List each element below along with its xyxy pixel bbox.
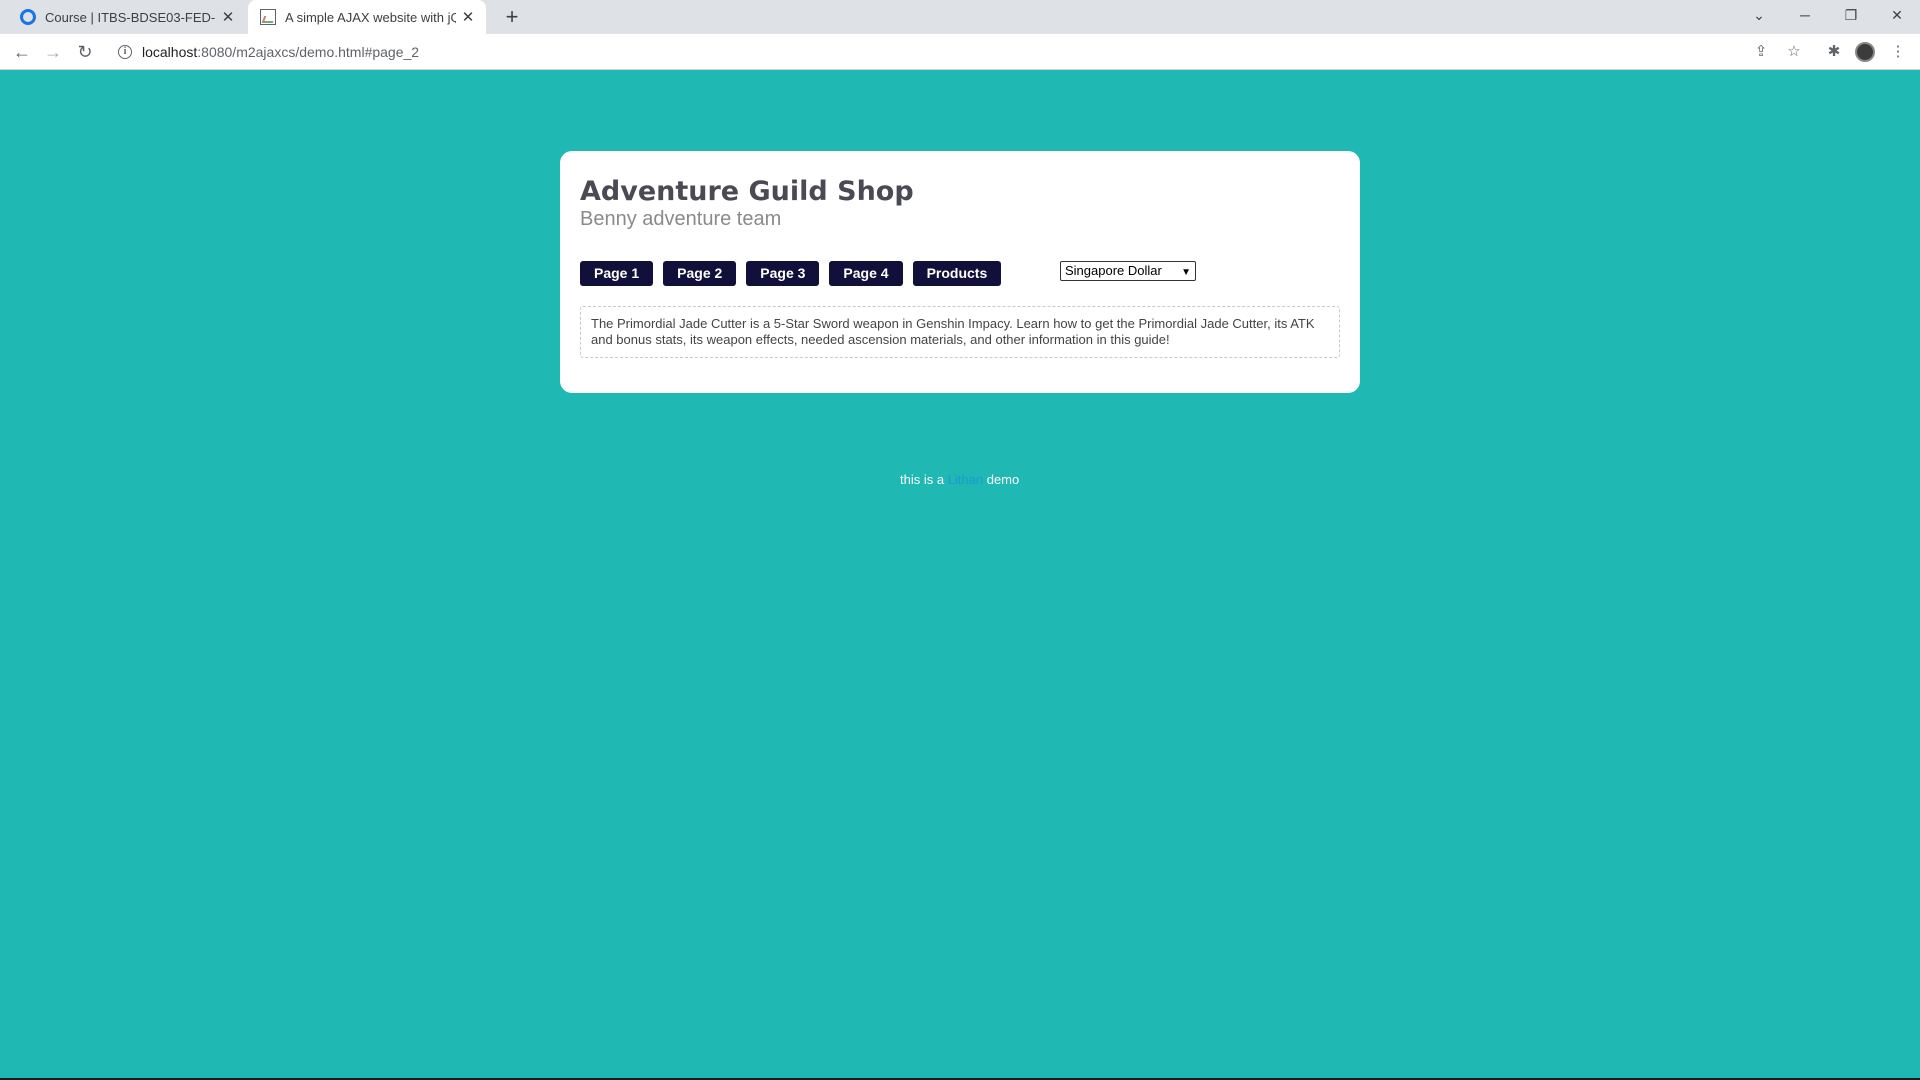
share-icon[interactable]: ⇪: [1747, 38, 1775, 66]
bookmark-star-icon[interactable]: ☆: [1780, 38, 1808, 66]
currency-select[interactable]: Singapore Dollar ▼: [1060, 261, 1196, 281]
nav-page-4-button[interactable]: Page 4: [829, 261, 903, 286]
address-bar[interactable]: i localhost:8080/m2ajaxcs/demo.html#page…: [108, 38, 1788, 66]
footer-suffix: demo: [983, 472, 1020, 487]
new-tab-button[interactable]: +: [498, 3, 526, 31]
course-favicon-icon: [20, 9, 36, 25]
browser-tab-bar: Course | ITBS-BDSE03-FED-1121 ✕ A simple…: [0, 0, 1920, 34]
nav-page-3-button[interactable]: Page 3: [746, 261, 820, 286]
nav-page-1-button[interactable]: Page 1: [580, 261, 654, 286]
window-close-icon[interactable]: ✕: [1874, 0, 1920, 30]
restore-icon[interactable]: ❐: [1828, 0, 1874, 30]
profile-avatar[interactable]: [1855, 42, 1875, 62]
page-nav: Page 1 Page 2 Page 3 Page 4 Products: [580, 261, 1011, 286]
chevron-down-icon: ▼: [1181, 267, 1191, 278]
url-path: :8080/m2ajaxcs/demo.html#page_2: [197, 44, 420, 60]
menu-icon[interactable]: ⋮: [1884, 38, 1912, 66]
nav-products-button[interactable]: Products: [912, 261, 1002, 286]
currency-selected-value: Singapore Dollar: [1065, 263, 1162, 278]
tab-course[interactable]: Course | ITBS-BDSE03-FED-1121 ✕: [8, 0, 246, 34]
browser-toolbar: ← → ↻ i localhost:8080/m2ajaxcs/demo.htm…: [0, 34, 1920, 70]
main-card: Adventure Guild Shop Benny adventure tea…: [560, 151, 1360, 393]
tab-search-icon[interactable]: ⌄: [1736, 0, 1782, 30]
back-icon[interactable]: ←: [8, 38, 36, 66]
footer-prefix: this is a: [900, 472, 948, 487]
url-text[interactable]: localhost:8080/m2ajaxcs/demo.html#page_2: [142, 44, 419, 60]
site-subtitle: Benny adventure team: [580, 208, 782, 230]
extensions-icon[interactable]: ✱: [1820, 38, 1848, 66]
reload-icon[interactable]: ↻: [71, 38, 99, 66]
url-host: localhost: [142, 44, 198, 60]
close-icon[interactable]: ✕: [456, 8, 480, 26]
tab-title: A simple AJAX website with jQue: [285, 9, 456, 25]
site-info-icon[interactable]: i: [118, 45, 132, 59]
minimize-icon[interactable]: ─: [1782, 0, 1828, 30]
lithan-link[interactable]: Lithan: [948, 472, 983, 487]
page-favicon-icon: [260, 9, 276, 25]
site-title: Adventure Guild Shop: [580, 176, 914, 207]
forward-icon[interactable]: →: [39, 38, 67, 66]
tab-ajax-demo[interactable]: A simple AJAX website with jQue ✕: [248, 0, 486, 34]
nav-page-2-button[interactable]: Page 2: [663, 261, 737, 286]
tab-title: Course | ITBS-BDSE03-FED-1121: [45, 9, 216, 25]
footer-text: this is a Lithan demo: [900, 472, 1019, 487]
close-icon[interactable]: ✕: [216, 8, 240, 26]
page-content: The Primordial Jade Cutter is a 5-Star S…: [580, 306, 1340, 358]
